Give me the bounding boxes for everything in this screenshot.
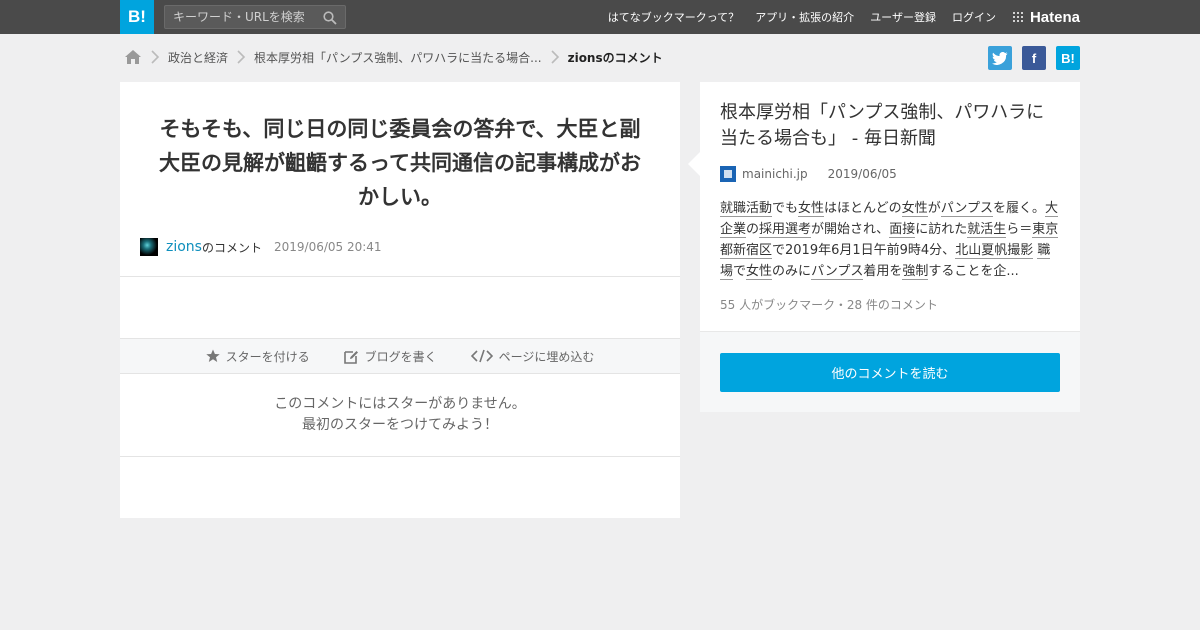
no-stars-line1: このコメントにはスターがありません。 <box>274 396 526 412</box>
excerpt-text: することを企... <box>928 264 1019 279</box>
facebook-share-button[interactable]: f <box>1022 46 1046 70</box>
excerpt-keyword-link[interactable]: 北山夏帆 <box>955 243 1008 259</box>
star-icon <box>205 349 220 362</box>
entry-excerpt: 就職活動でも女性はほとんどの女性がパンプスを履く。大企業の採用選考が開始され、面… <box>720 198 1060 282</box>
excerpt-text: でも <box>772 201 799 216</box>
comment-actions: スターを付ける ブログを書く ページに埋め込む <box>120 338 680 374</box>
excerpt-text: ら＝ <box>1006 222 1033 237</box>
entry-info: 根本厚労相「パンプス強制、パワハラに当たる場合も」 - 毎日新聞 mainich… <box>688 82 1080 332</box>
excerpt-keyword-link[interactable]: 女性 <box>746 264 773 280</box>
hatena-bookmark-logo[interactable]: B! <box>120 0 154 34</box>
excerpt-text: で <box>733 264 747 279</box>
comment-user-suffix: のコメント <box>201 240 262 255</box>
comment-byline: zions のコメント 2019/06/05 20:41 <box>140 238 382 256</box>
write-blog-button[interactable]: ブログを書く <box>343 348 437 365</box>
share-buttons: f B! <box>988 46 1080 70</box>
entry-stats[interactable]: 55 人がブックマーク・28 件のコメント <box>720 296 1060 313</box>
nav-apps[interactable]: アプリ・拡張の紹介 <box>755 9 854 25</box>
comment-date[interactable]: 2019/06/05 20:41 <box>274 240 382 254</box>
read-other-comments-button[interactable]: 他のコメントを読む <box>720 353 1060 392</box>
excerpt-keyword-link[interactable]: 採用選考 <box>759 222 812 238</box>
entry-site[interactable]: mainichi.jp <box>742 167 808 181</box>
search-input[interactable] <box>165 6 345 28</box>
excerpt-text: はほとんどの <box>824 201 902 216</box>
excerpt-keyword-link[interactable]: パンプス <box>811 264 864 280</box>
hatena-bookmark-icon: B! <box>1061 50 1075 66</box>
mainichi-favicon-icon <box>720 166 736 182</box>
search-icon[interactable] <box>323 11 337 25</box>
no-stars-line2: 最初のスターをつけてみよう！ <box>302 417 498 433</box>
excerpt-text: で2019年6月1日午前9時4分、 <box>772 243 956 258</box>
entry-panel: 根本厚労相「パンプス強制、パワハラに当たる場合も」 - 毎日新聞 mainich… <box>688 82 1080 412</box>
breadcrumb-entry[interactable]: 根本厚労相「パンプス強制、パワハラに当たる場合... <box>254 49 542 66</box>
home-icon[interactable] <box>124 49 142 65</box>
excerpt-keyword-link[interactable]: パンプス <box>940 201 993 217</box>
embed-page-label: ページに埋め込む <box>498 349 595 364</box>
comment-text: そもそも、同じ日の同じ委員会の答弁で、大臣と副大臣の見解が齟齬するって共同通信の… <box>159 117 641 209</box>
hatena-brand[interactable]: Hatena <box>1012 9 1080 26</box>
twitter-icon <box>992 51 1008 65</box>
excerpt-text: のみに <box>772 264 812 279</box>
nav-register[interactable]: ユーザー登録 <box>870 9 936 25</box>
comment-card: そもそも、同じ日の同じ委員会の答弁で、大臣と副大臣の見解が齟齬するって共同通信の… <box>120 82 680 518</box>
facebook-icon: f <box>1031 50 1037 66</box>
excerpt-text: の <box>746 222 760 237</box>
add-star-button[interactable]: スターを付ける <box>205 348 310 365</box>
search-box <box>164 5 346 29</box>
top-nav: はてなブックマークって？ アプリ・拡張の紹介 ユーザー登録 ログイン Haten… <box>608 0 1080 34</box>
excerpt-text: が <box>927 201 941 216</box>
hatena-bookmark-share-button[interactable]: B! <box>1056 46 1080 70</box>
excerpt-keyword-link[interactable]: 強制 <box>902 264 929 280</box>
avatar[interactable] <box>140 238 158 256</box>
chevron-right-icon <box>151 50 160 64</box>
excerpt-text: が開始され、 <box>811 222 890 237</box>
no-stars-message: このコメントにはスターがありません。 最初のスターをつけてみよう！ <box>120 394 680 436</box>
top-bar: B! はてなブックマークって？ アプリ・拡張の紹介 ユーザー登録 ログイン Ha… <box>0 0 1200 34</box>
excerpt-text: に訪れた <box>915 222 968 237</box>
edit-icon <box>343 350 358 364</box>
excerpt-text: 着用を <box>863 264 903 279</box>
hatena-icon <box>1012 12 1025 22</box>
nav-about[interactable]: はてなブックマークって？ <box>608 9 739 25</box>
chevron-right-icon <box>551 50 559 64</box>
excerpt-keyword-link[interactable]: 撮影 <box>1007 243 1034 259</box>
breadcrumb-category[interactable]: 政治と経済 <box>168 49 228 66</box>
entry-date: 2019/06/05 <box>827 167 897 181</box>
nav-login[interactable]: ログイン <box>952 9 996 25</box>
embed-page-button[interactable]: ページに埋め込む <box>470 348 595 365</box>
write-blog-label: ブログを書く <box>364 349 437 364</box>
excerpt-keyword-link[interactable]: 女性 <box>798 201 825 217</box>
pointer-arrow <box>688 152 700 176</box>
excerpt-keyword-link[interactable]: 就職活動 <box>720 201 773 217</box>
entry-title[interactable]: 根本厚労相「パンプス強制、パワハラに当たる場合も」 - 毎日新聞 <box>720 100 1060 152</box>
entry-meta: mainichi.jp 2019/06/05 <box>720 166 1060 182</box>
excerpt-text: を履く。 <box>992 201 1045 216</box>
excerpt-keyword-link[interactable]: 就活生 <box>967 222 1007 238</box>
breadcrumb: 政治と経済 根本厚労相「パンプス強制、パワハラに当たる場合... zionsのコ… <box>124 46 663 68</box>
divider <box>120 276 680 277</box>
excerpt-keyword-link[interactable]: 女性 <box>901 201 928 217</box>
twitter-share-button[interactable] <box>988 46 1012 70</box>
chevron-right-icon <box>237 50 246 64</box>
comment-user-link[interactable]: zions <box>166 239 202 255</box>
hatena-brand-label: Hatena <box>1029 8 1080 26</box>
add-star-label: スターを付ける <box>225 349 310 364</box>
code-icon <box>470 349 493 363</box>
breadcrumb-current: zionsのコメント <box>567 50 663 65</box>
divider <box>120 456 680 457</box>
excerpt-keyword-link[interactable]: 面接 <box>889 222 916 238</box>
